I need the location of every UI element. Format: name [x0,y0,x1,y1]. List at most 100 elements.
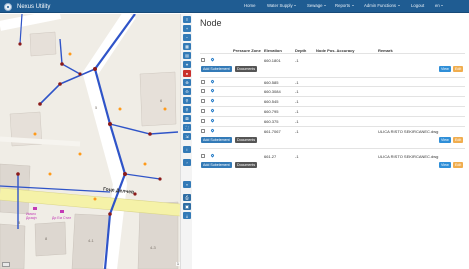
search-icon[interactable]: ⚲ [183,97,191,104]
map-icon[interactable]: ▦ [183,43,191,50]
caret-down-icon [441,5,444,7]
add-subelement-button[interactable]: Add Subelement [201,66,232,72]
save-icon[interactable]: ▣ [183,203,191,210]
elevation-cell: 660.585 [264,80,279,85]
remark-cell: ULICA RISTO SEKIRCANEC.dwg [378,129,439,134]
zoom-out-icon[interactable]: ⊖ [183,88,191,95]
print-icon[interactable]: ⎙ [183,194,191,201]
measure-icon[interactable]: ⊠ [183,115,191,122]
view-button[interactable]: View [439,66,451,72]
nav-sewage[interactable]: Sewage [307,3,327,8]
edit-button[interactable]: Edit [453,66,464,72]
row-checkbox[interactable] [201,89,205,93]
view-button[interactable]: View [439,137,451,143]
caret-down-icon [294,5,297,7]
elevation-cell: 660.375 [264,119,279,124]
remark-cell: ULICA RISTO SEKIRCANEC.dwg [378,154,439,159]
add-subelement-button[interactable]: Add Subelement [201,162,232,168]
svg-text:4-3: 4-3 [150,245,157,250]
depth-cell: -1 [295,129,299,134]
logo-icon [4,2,12,11]
brand[interactable]: Nexus Utility [4,2,50,11]
map-poi-label: Имаго Дизајн [26,212,37,220]
nav-home[interactable]: Home [244,3,255,8]
edit-button[interactable]: Edit [453,137,464,143]
map-pin-icon[interactable] [210,128,215,133]
map-pin-icon[interactable] [210,108,215,113]
depth-cell: -1 [295,119,299,124]
node-panel: Node Pressure Zone Elevation Depth Node … [195,14,469,269]
depth-cell: -1 [295,58,299,63]
documents-button[interactable]: Documents [235,66,258,72]
row-divider [200,148,465,149]
arrow-icon[interactable]: › [183,159,191,166]
delete-icon[interactable]: ● [183,70,191,77]
row-divider [200,116,465,117]
row-divider [200,126,465,127]
page-title: Node [200,18,222,28]
elevation-cell: 661.27 [264,154,277,159]
edit-button[interactable]: Edit [453,162,464,168]
map-toolbar: ≡ + − ▦ ▤ ⌖ ● ⊕ ⊖ ⚲ ⚲ ⊠ ⛶ ⇲ i › » ⎙ ▣ ⤓ [180,14,192,269]
nav-admin-functions[interactable]: Admin Functions [364,3,400,8]
depth-cell: -1 [295,99,299,104]
row-divider [200,77,465,78]
map-view[interactable]: 8 8 4-1 4-3 5 6 Гоце Делчев Имаго Дизајн Ди … [0,14,180,269]
row-checkbox[interactable] [201,154,205,158]
depth-cell: -1 [295,80,299,85]
depth-cell: -1 [295,109,299,114]
caret-down-icon [324,5,327,7]
row-checkbox[interactable] [201,58,205,62]
map-pin-icon[interactable] [210,57,215,62]
fullscreen-icon[interactable]: ⛶ [183,124,191,131]
export-icon[interactable]: ⤓ [183,212,191,219]
zoom-in-icon[interactable]: ⊕ [183,79,191,86]
row-checkbox[interactable] [201,109,205,113]
row-checkbox[interactable] [201,119,205,123]
row-divider [200,96,465,97]
plus-icon[interactable]: + [183,25,191,32]
pin-icon[interactable]: ⌖ [183,61,191,68]
map-pin-icon[interactable] [210,153,215,158]
elevation-cell: 660.1801 [264,58,281,63]
row-divider [200,86,465,87]
row-divider [200,53,465,54]
documents-button[interactable]: Documents [235,162,258,168]
nav-logout[interactable]: Logout [411,3,424,8]
depth-cell: -1 [295,89,299,94]
add-subelement-button[interactable]: Add Subelement [201,137,232,143]
view-button[interactable]: View [439,162,451,168]
layers-icon[interactable]: ≡ [183,16,191,23]
nav-water-supply[interactable]: Water Supply [267,3,297,8]
map-attribution-icon [2,262,10,267]
nav-reports[interactable]: Reports [335,3,354,8]
map-pin-icon[interactable] [210,118,215,123]
map-pin-icon[interactable] [210,88,215,93]
map-pin-icon[interactable] [210,79,215,84]
depth-cell: -1 [295,154,299,159]
elevation-cell: 660.545 [264,99,279,104]
info-icon[interactable]: i [183,146,191,153]
svg-text:8: 8 [18,220,21,225]
search-icon[interactable]: ⚲ [183,106,191,113]
minus-icon[interactable]: − [183,34,191,41]
map-poi-label: Ди Ем Стил [52,216,72,220]
row-checkbox[interactable] [201,99,205,103]
expand-icon[interactable]: ⇲ [183,133,191,140]
svg-text:4-1: 4-1 [88,238,95,243]
row-checkbox[interactable] [201,80,205,84]
navbar: Nexus Utility Home Water Supply Sewage R… [0,0,469,13]
map-canvas[interactable]: 88 4-1 4-356 [0,14,180,269]
map-pin-icon[interactable] [210,98,215,103]
caret-down-icon [397,5,400,7]
grid-icon[interactable]: ▤ [183,52,191,59]
row-divider [200,106,465,107]
caret-down-icon [351,5,354,7]
documents-button[interactable]: Documents [235,137,258,143]
elevation-cell: 660.795 [264,109,279,114]
arrow-icon[interactable]: » [183,181,191,188]
elevation-cell: 661.7067 [264,129,281,134]
brand-name: Nexus Utility [17,3,51,10]
row-checkbox[interactable] [201,129,205,133]
nav-language[interactable]: en [435,3,444,8]
